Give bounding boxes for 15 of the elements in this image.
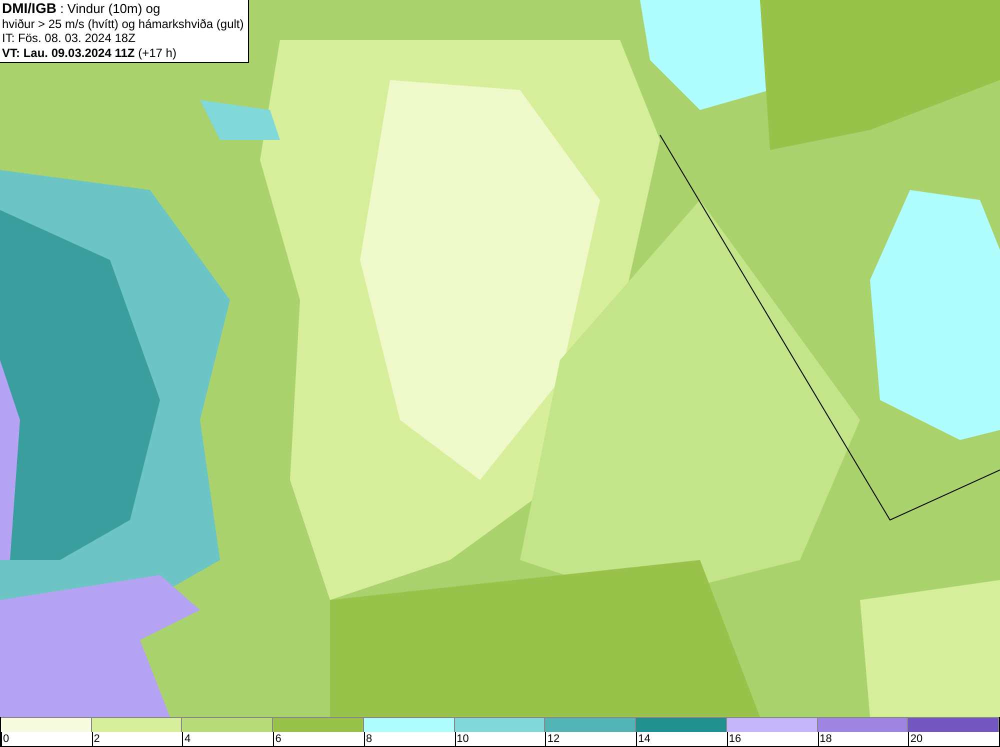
title-line: DMI/IGB : Vindur (10m) og bbox=[2, 1, 162, 16]
legend-label: 6 bbox=[273, 732, 282, 746]
legend-label: 12 bbox=[545, 732, 560, 746]
title-line: hviður > 25 m/s (hvítt) og hámarkshviða (gult) bbox=[2, 16, 244, 31]
legend-label: 14 bbox=[636, 732, 650, 746]
legend-label: 20 bbox=[908, 732, 923, 746]
legend-label: 18 bbox=[818, 732, 832, 746]
title-line: IT: Fös. 08. 03. 2024 18Z bbox=[2, 31, 136, 46]
legend-label: 4 bbox=[182, 732, 191, 746]
legend-label: 8 bbox=[364, 732, 372, 746]
title-line: VT: Lau. 09.03.2024 11Z (+17 h) bbox=[2, 46, 178, 60]
legend-label: 0 bbox=[1, 732, 10, 746]
legend-label: 16 bbox=[726, 732, 742, 746]
legend-label: 2 bbox=[92, 732, 100, 746]
legend-label: 10 bbox=[454, 732, 469, 746]
